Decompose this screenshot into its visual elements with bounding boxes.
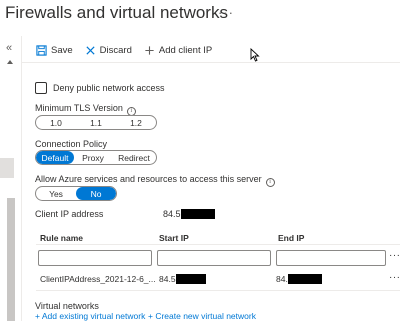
column-header-end-ip: End IP [278,233,305,243]
tls-version-toggle: 1.0 1.1 1.2 [35,115,157,130]
policy-option-redirect[interactable]: Redirect [112,151,156,164]
azure-option-no[interactable]: No [76,187,116,200]
azure-services-toggle: Yes No [35,186,117,201]
deny-public-access-label: Deny public network access [53,83,165,93]
tls-option-1-0[interactable]: 1.0 [36,116,76,129]
end-ip-input[interactable] [276,250,386,266]
table-header-divider [36,244,400,245]
create-new-vnet-link[interactable]: + Create new virtual network [148,311,256,321]
save-button[interactable]: Save [36,45,73,56]
toolbar: Save Discard Add client IP [36,42,224,58]
azure-option-yes[interactable]: Yes [36,187,76,200]
scroll-up-icon[interactable] [7,60,13,64]
scrollbar-thumb[interactable] [7,198,15,321]
page-title: Firewalls and virtual networks [5,3,228,22]
redaction-block [287,274,322,284]
more-options-button[interactable]: ··· [218,5,234,20]
column-header-start-ip: Start IP [159,233,189,243]
start-ip-input[interactable] [157,250,271,266]
add-existing-vnet-link[interactable]: + Add existing virtual network [35,311,145,321]
deny-public-access-checkbox[interactable] [35,82,47,94]
plus-icon [145,45,154,55]
tls-option-1-1[interactable]: 1.1 [76,116,116,129]
info-icon[interactable]: i [265,178,275,187]
discard-label: Discard [99,44,132,56]
tls-option-1-2[interactable]: 1.2 [116,116,156,129]
save-label: Save [51,44,73,56]
policy-option-proxy[interactable]: Proxy [74,151,112,164]
rule-name-cell[interactable]: ClientIPAddress_2021-12-6_... [40,274,156,284]
azure-services-label: Allow Azure services and resources to ac… [35,174,262,184]
end-ip-prefix: 84. [276,274,288,284]
connection-policy-toggle: Default Proxy Redirect [35,150,157,165]
table-row-divider [36,290,400,291]
collapse-icon[interactable]: « [6,42,12,54]
client-ip-value: 84.5 [163,209,215,219]
column-header-rule-name: Rule name [40,233,83,243]
connection-policy-label: Connection Policy [35,139,108,149]
client-ip-label: Client IP address [35,209,104,219]
rule-name-input[interactable] [38,250,152,266]
discard-button[interactable]: Discard [85,45,132,56]
close-icon [86,45,95,55]
end-ip-cell[interactable]: 84. [276,274,322,284]
save-icon [36,44,47,56]
client-ip-prefix: 84.5 [163,209,181,219]
virtual-networks-label: Virtual networks [35,301,99,311]
tls-label: Minimum TLS Version [35,103,123,113]
redaction-block [175,274,206,284]
toolbar-divider [22,62,400,63]
start-ip-cell[interactable]: 84.5 [159,274,206,284]
row-more-button[interactable]: ··· [389,272,400,283]
add-client-ip-button[interactable]: Add client IP [144,45,212,56]
policy-option-default[interactable]: Default [36,151,74,164]
add-client-ip-label: Add client IP [158,44,213,56]
start-ip-prefix: 84.5 [159,274,176,284]
input-row-more-button[interactable]: ··· [389,250,400,261]
redaction-block [180,209,215,219]
rail-selected-item[interactable] [0,158,14,178]
mouse-cursor-icon [250,48,260,62]
